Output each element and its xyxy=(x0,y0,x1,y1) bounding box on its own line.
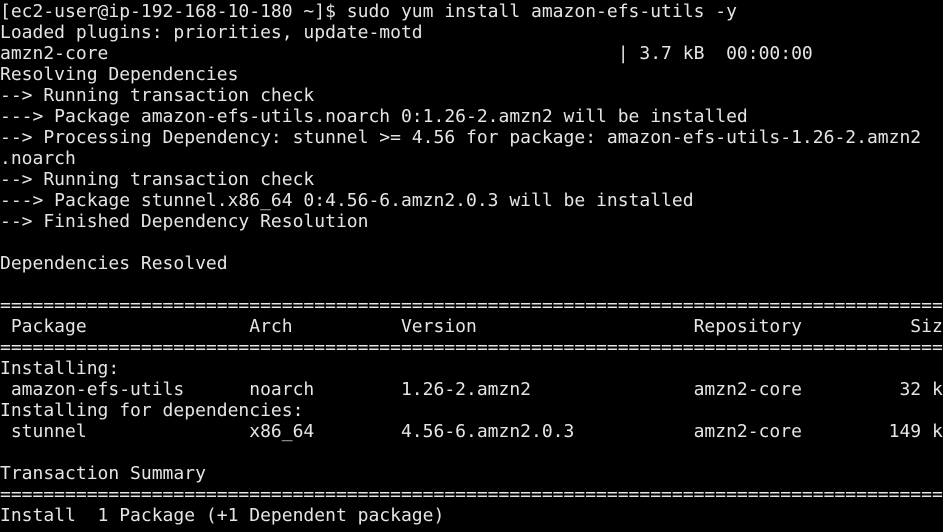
table-separator: ========================================… xyxy=(0,337,943,358)
output-blank-line xyxy=(0,274,943,295)
output-line-transaction-check: --> Running transaction check xyxy=(0,85,315,106)
table-separator: ========================================… xyxy=(0,484,943,505)
table-row: stunnel x86_64 4.56-6.amzn2.0.3 amzn2-co… xyxy=(0,421,943,442)
output-line-loaded-plugins: Loaded plugins: priorities, update-motd xyxy=(0,22,423,43)
section-installing: Installing: xyxy=(0,358,120,379)
output-blank-line xyxy=(0,442,943,463)
output-line-transaction-check-2: --> Running transaction check xyxy=(0,169,315,190)
output-line-finished-resolution: --> Finished Dependency Resolution xyxy=(0,211,369,232)
output-line-processing-dependency: --> Processing Dependency: stunnel >= 4.… xyxy=(0,127,922,148)
table-separator: ========================================… xyxy=(0,295,943,316)
section-transaction-summary: Transaction Summary xyxy=(0,463,206,484)
section-installing-dependencies: Installing for dependencies: xyxy=(0,400,304,421)
output-line-resolving: Resolving Dependencies xyxy=(0,64,239,85)
output-line-package-efs: ---> Package amazon-efs-utils.noarch 0:1… xyxy=(0,106,748,127)
output-line-processing-dependency-wrap: .noarch xyxy=(0,148,76,169)
terminal-window[interactable]: [ec2-user@ip-192-168-10-180 ~]$ sudo yum… xyxy=(0,0,943,532)
output-line-repo-metadata: amzn2-core | 3.7 kB 00:00:00 xyxy=(0,43,813,64)
shell-prompt-command: [ec2-user@ip-192-168-10-180 ~]$ sudo yum… xyxy=(0,1,737,22)
output-blank-line xyxy=(0,232,943,253)
table-header-row: Package Arch Version Repository Size xyxy=(0,316,943,337)
output-line-package-stunnel: ---> Package stunnel.x86_64 0:4.56-6.amz… xyxy=(0,190,694,211)
output-line-dependencies-resolved: Dependencies Resolved xyxy=(0,253,228,274)
output-line-install-summary: Install 1 Package (+1 Dependent package) xyxy=(0,505,445,526)
table-row: amazon-efs-utils noarch 1.26-2.amzn2 amz… xyxy=(0,379,943,400)
